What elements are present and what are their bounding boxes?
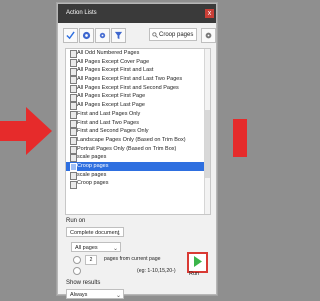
show-results-dropdown[interactable]: Always ⌄ [66, 289, 124, 299]
list-item[interactable]: First and Second Pages Only [66, 127, 210, 137]
show-results-value: Always [70, 292, 88, 298]
custom-pages-radio[interactable] [73, 267, 81, 275]
target-button[interactable] [79, 28, 94, 43]
run-button-label: Run [189, 271, 200, 277]
close-button[interactable]: x [205, 9, 214, 18]
run-button[interactable] [187, 252, 208, 273]
list-item[interactable]: All Pages Except Last Page [66, 101, 210, 111]
gear-icon [205, 32, 212, 39]
document-dropdown[interactable]: Complete document ⌄ [66, 227, 124, 237]
list-item[interactable]: Landscape Pages Only (Based on Trim Box) [66, 136, 210, 146]
list-item-label: Croop pages [77, 162, 109, 169]
list-item-label: Croop pages [77, 180, 109, 187]
pages-from-current-field[interactable]: 2 [85, 255, 97, 265]
chevron-down-icon: ⌄ [115, 293, 121, 299]
list-item-label: All Pages Except Last Page [77, 102, 145, 109]
list-item[interactable]: Croop pages [66, 179, 210, 189]
list-scrollbar[interactable] [204, 49, 210, 214]
list-item[interactable]: All Odd Numbered Pages [66, 49, 210, 59]
list-item-label: Landscape Pages Only (Based on Trim Box) [77, 136, 186, 143]
list-item-label: All Pages Except First and Second Pages [77, 84, 179, 91]
list-item-label: All Pages Except First and Last Two Page… [77, 76, 183, 83]
settings-button[interactable] [201, 28, 216, 43]
page-range-example: (eg: 1-10,15,20-) [137, 268, 176, 274]
window-title: Action Lists [66, 10, 97, 16]
pages-dropdown[interactable]: All pages ⌄ [71, 242, 121, 252]
list-item-selected[interactable]: Croop pages [66, 161, 210, 172]
list-item-label: All Odd Numbered Pages [77, 50, 140, 56]
show-results-label: Show results [66, 280, 101, 286]
pages-dropdown-value: All pages [75, 245, 98, 251]
check-icon [66, 31, 75, 40]
list-item-label: First and Second Pages Only [77, 128, 149, 135]
filter-icon [114, 31, 123, 40]
list-item-label: scale pages [77, 171, 107, 178]
pages-from-current-radio[interactable] [73, 256, 81, 264]
run-on-label: Run on [66, 218, 86, 224]
list-item[interactable]: First and Last Two Pages [66, 119, 210, 128]
list-item-label: Portrait Pages Only (Based on Trim Box) [77, 145, 177, 152]
action-list-icon [70, 180, 77, 189]
play-icon [194, 256, 202, 267]
list-item[interactable]: All Pages Except First Page [66, 92, 210, 102]
list-item-label: All Pages Except First Page [77, 93, 146, 100]
chevron-down-icon: ⌄ [112, 246, 118, 252]
pages-from-value: 2 [89, 257, 93, 263]
action-list: All Odd Numbered Pages All Pages Except … [65, 48, 211, 215]
list-item-label: scale pages [77, 154, 107, 161]
search-input[interactable]: Croop pages [149, 28, 197, 41]
list-item[interactable]: First and Last Pages Only [66, 110, 210, 119]
list-item-label: First and Last Two Pages [77, 119, 139, 126]
list-item[interactable]: All Pages Except First and Last [66, 66, 210, 76]
scrollbar-thumb[interactable] [205, 110, 210, 178]
list-item[interactable]: scale pages [66, 171, 210, 180]
left-arrow-graphic [0, 107, 52, 155]
list-item-label: First and Last Pages Only [77, 110, 141, 117]
filter-button[interactable] [111, 28, 126, 43]
toolbar: Croop pages [63, 28, 216, 43]
window-titlebar: Action Lists x [58, 4, 216, 23]
chevron-down-icon: ⌄ [115, 231, 121, 237]
close-icon: x [207, 10, 212, 17]
list-item[interactable]: scale pages [66, 153, 210, 163]
list-item-label: All Pages Except First and Last [77, 67, 154, 74]
search-value: Croop pages [159, 32, 194, 38]
check-button[interactable] [63, 28, 78, 43]
document-dropdown-value: Complete document [70, 230, 120, 236]
list-item-label: All Pages Except Cover Page [77, 58, 150, 65]
right-arrow-graphic [233, 119, 247, 157]
gear-button[interactable] [95, 28, 110, 43]
target-icon [82, 31, 91, 40]
list-item[interactable]: All Pages Except Cover Page [66, 58, 210, 67]
list-item[interactable]: All Pages Except First and Last Two Page… [66, 75, 210, 85]
search-icon [152, 32, 158, 38]
gear-icon [99, 32, 106, 39]
pages-from-current-label: pages from current page [104, 256, 161, 262]
action-lists-window: Action Lists x Croop pages All Odd Numbe… [57, 3, 217, 299]
list-item[interactable]: All Pages Except First and Second Pages [66, 84, 210, 93]
list-item[interactable]: Portrait Pages Only (Based on Trim Box) [66, 145, 210, 154]
